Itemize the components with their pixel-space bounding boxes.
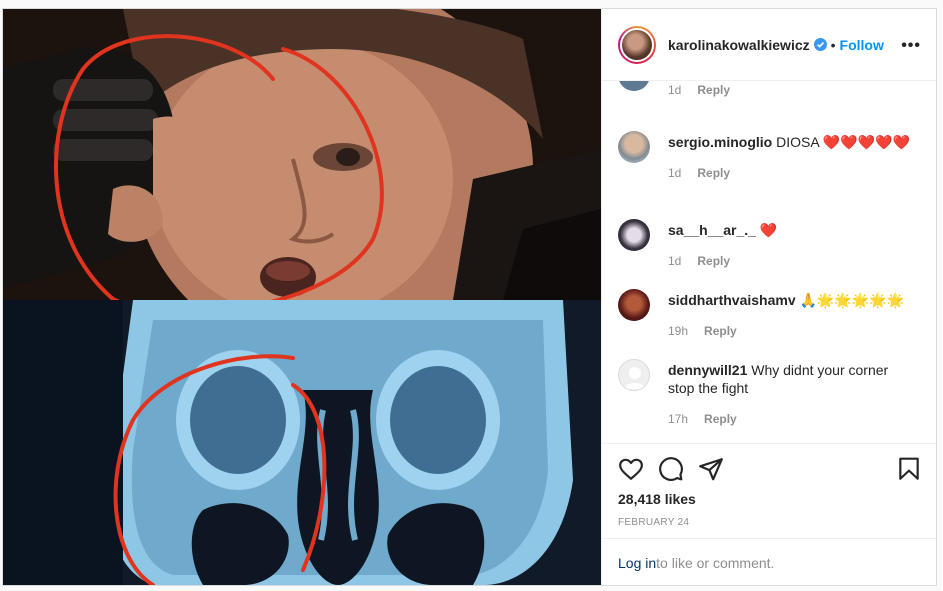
login-link[interactable]: Log in xyxy=(618,555,656,571)
post-side-panel: karolinakowalkiewicz • Follow ••• 1d Rep… xyxy=(601,9,936,585)
comment-username[interactable]: dennywill21 xyxy=(668,362,747,378)
comment-meta: 1d Reply xyxy=(668,164,918,182)
comment-username[interactable]: siddharthvaishamv xyxy=(668,292,796,308)
reply-button[interactable]: Reply xyxy=(704,410,737,428)
author-avatar[interactable] xyxy=(618,25,656,64)
comment-username[interactable]: sergio.minoglio xyxy=(668,134,772,150)
comment-avatar[interactable] xyxy=(618,81,650,91)
likes-count[interactable]: 28,418 likes xyxy=(618,491,696,507)
comment-time: 1d xyxy=(668,166,682,180)
reply-button[interactable]: Reply xyxy=(697,252,730,270)
follow-button[interactable]: Follow xyxy=(840,37,884,53)
separator-dot: • xyxy=(830,36,836,53)
more-options-icon[interactable]: ••• xyxy=(901,37,921,55)
comment-meta: 1d Reply xyxy=(668,252,918,270)
comment-meta: 19h Reply xyxy=(668,322,918,340)
comment-username[interactable]: sa__h__ar_._ xyxy=(668,222,756,238)
verified-badge-icon xyxy=(813,38,827,51)
share-icon[interactable] xyxy=(698,456,724,482)
author-username[interactable]: karolinakowalkiewicz xyxy=(668,37,810,53)
comment-time: 1d xyxy=(668,254,682,268)
post-image[interactable] xyxy=(3,9,601,585)
comment-time: 17h xyxy=(668,412,689,426)
post-actions: 28,418 likes FEBRUARY 24 Log in to like … xyxy=(602,443,936,585)
login-prompt: Log in to like or comment. xyxy=(602,538,936,585)
heart-icon[interactable] xyxy=(618,456,644,482)
post-date: FEBRUARY 24 xyxy=(618,517,690,528)
comment-text: ❤️ xyxy=(759,222,778,238)
reply-button[interactable]: Reply xyxy=(697,81,730,99)
comment-avatar[interactable] xyxy=(618,359,650,391)
comment-text: 🙏🌟🌟🌟🌟🌟 xyxy=(799,292,905,308)
reply-button[interactable]: Reply xyxy=(697,164,730,182)
reply-button[interactable]: Reply xyxy=(704,322,737,340)
comment-icon[interactable] xyxy=(658,456,684,482)
comment-avatar[interactable] xyxy=(618,289,650,321)
ct-scan-photo xyxy=(3,300,601,585)
comment-avatar[interactable] xyxy=(618,219,650,251)
comment-avatar[interactable] xyxy=(618,131,650,163)
bookmark-icon[interactable] xyxy=(896,456,922,482)
comment-meta: 1d Reply xyxy=(668,81,918,99)
post-header: karolinakowalkiewicz • Follow ••• xyxy=(602,9,936,81)
action-icons xyxy=(618,456,921,486)
post-modal: karolinakowalkiewicz • Follow ••• 1d Rep… xyxy=(2,8,937,586)
comment-meta: 17h Reply xyxy=(668,410,918,428)
fighter-face-photo xyxy=(3,9,601,300)
login-prompt-text: to like or comment. xyxy=(656,554,775,571)
comments-list[interactable]: 1d Reply sergio.minoglio DIOSA ❤️❤️❤️❤️❤… xyxy=(602,81,936,443)
comment-time: 19h xyxy=(668,324,689,338)
comment-time: 1d xyxy=(668,83,682,97)
comment-text: DIOSA ❤️❤️❤️❤️❤️ xyxy=(776,134,910,150)
